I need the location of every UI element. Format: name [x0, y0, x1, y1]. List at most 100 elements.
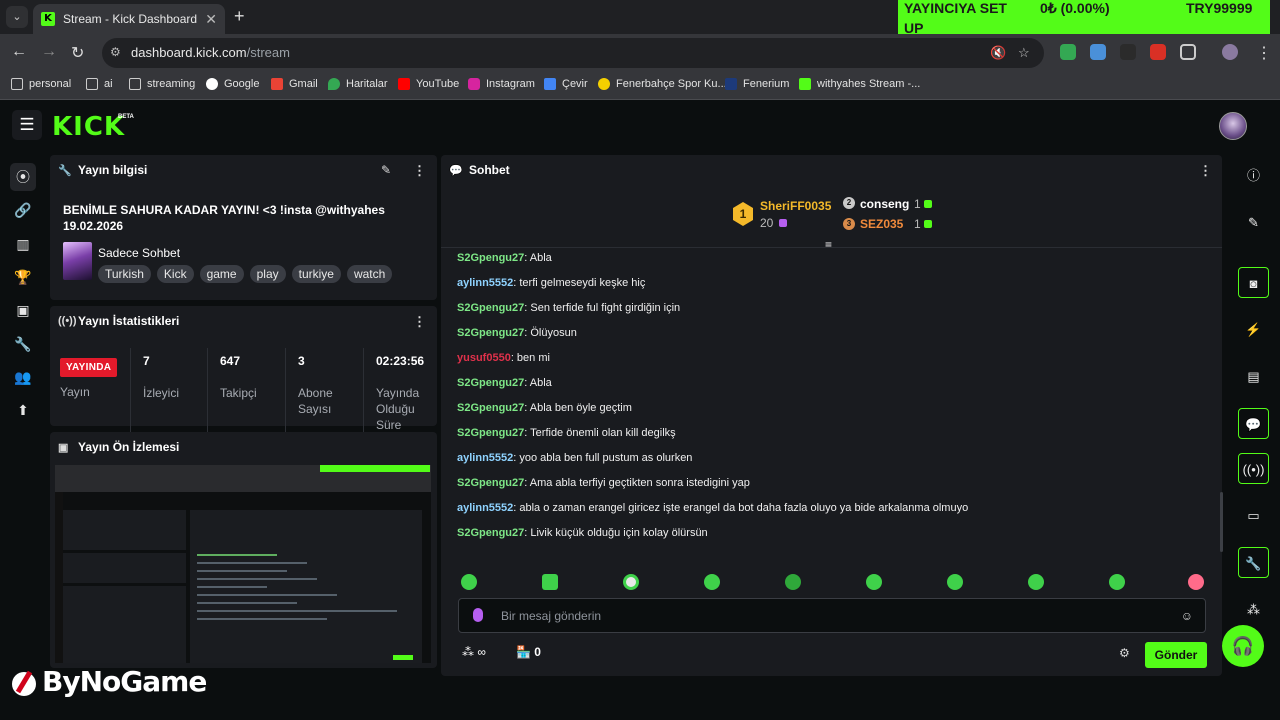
site-info-icon[interactable]: ⚙: [110, 45, 121, 59]
video-library-icon[interactable]: ▣: [12, 299, 34, 321]
emote-icon[interactable]: [947, 574, 963, 590]
chat-username[interactable]: aylinn5552: [457, 277, 513, 289]
reload-icon[interactable]: ↻: [71, 43, 84, 63]
top-gifter-3[interactable]: SEZ035: [860, 217, 903, 231]
preview-chat-line: [197, 578, 317, 580]
mute-site-icon[interactable]: 🔇: [990, 45, 1006, 61]
instagram-icon: [468, 78, 480, 90]
top-gifter-2[interactable]: conseng: [860, 197, 909, 211]
share-icon[interactable]: ⁂: [1238, 594, 1269, 625]
browser-tab[interactable]: K Stream - Kick Dashboard ✕: [33, 4, 225, 34]
chat-input[interactable]: Bir mesaj gönderin ☺: [458, 598, 1206, 633]
community-icon[interactable]: 👥: [12, 366, 34, 388]
gift-icon: [924, 200, 932, 208]
kick-icon: [799, 78, 811, 90]
emote-icon[interactable]: [461, 574, 477, 590]
link-icon[interactable]: 🔗: [12, 199, 34, 221]
stream-preview-title: Yayın Ön İzlemesi: [78, 440, 180, 454]
browser-menu-icon[interactable]: ⋮: [1256, 43, 1272, 63]
chat-username[interactable]: aylinn5552: [457, 452, 513, 464]
tab-search-button[interactable]: ⌄: [6, 6, 28, 28]
collapse-leaderboard-icon[interactable]: ≡: [825, 238, 832, 252]
chat-username[interactable]: S2Gpengu27: [457, 302, 524, 314]
top-gifter-1[interactable]: SheriFF0035: [760, 199, 831, 213]
help-headset-icon[interactable]: 🎧: [1222, 625, 1264, 667]
chat-username[interactable]: yusuf0550: [457, 352, 511, 364]
more-options-icon[interactable]: ⋮: [1199, 163, 1212, 179]
bookmark-streaming[interactable]: streaming: [129, 78, 195, 90]
chat-username[interactable]: S2Gpengu27: [457, 427, 524, 439]
mic-icon[interactable]: [473, 608, 483, 622]
more-options-icon[interactable]: ⋮: [413, 163, 426, 179]
bookmark-instagram[interactable]: Instagram: [468, 78, 535, 90]
emote-icon[interactable]: [623, 574, 639, 590]
url-text[interactable]: dashboard.kick.com/stream: [131, 45, 290, 60]
trophy-icon[interactable]: 🏆: [12, 266, 34, 288]
user-avatar[interactable]: [1219, 112, 1247, 140]
edit-icon[interactable]: ✎: [1238, 207, 1269, 238]
bookmark-google[interactable]: Google: [206, 78, 259, 90]
back-icon[interactable]: ←: [11, 43, 27, 61]
chat-username[interactable]: S2Gpengu27: [457, 252, 524, 264]
broadcast-toggle-icon[interactable]: ((•)): [1238, 453, 1269, 484]
bookmark-youtube[interactable]: YouTube: [398, 78, 459, 90]
channel-points[interactable]: ⁂ ∞: [462, 645, 486, 659]
bookmark-star-icon[interactable]: ☆: [1018, 45, 1030, 61]
bookmark-translate[interactable]: Çevir: [544, 78, 588, 90]
dark-extension-icon[interactable]: [1120, 44, 1136, 60]
emote-icon[interactable]: [1028, 574, 1044, 590]
upload-icon[interactable]: ⬆: [12, 399, 34, 421]
emote-icon[interactable]: [785, 574, 801, 590]
bookmark-personal[interactable]: personal: [11, 78, 71, 90]
youtube-extension-icon[interactable]: [1150, 44, 1166, 60]
chat-username[interactable]: S2Gpengu27: [457, 527, 524, 539]
kick-logo[interactable]: KICK: [52, 112, 125, 142]
chat-username[interactable]: S2Gpengu27: [457, 477, 524, 489]
bookmark-fenerium[interactable]: Fenerium: [725, 78, 789, 90]
close-tab-icon[interactable]: ✕: [205, 11, 217, 28]
menu-icon[interactable]: ☰: [12, 110, 42, 140]
preview-info-panel: [63, 510, 186, 550]
chat-username[interactable]: aylinn5552: [457, 502, 513, 514]
tools-toggle-icon[interactable]: 🔧: [1238, 547, 1269, 578]
camera-icon[interactable]: ▭: [1238, 500, 1269, 531]
store-button[interactable]: 🏪 0: [516, 645, 541, 659]
analytics-icon[interactable]: ▥: [12, 233, 34, 255]
forward-icon[interactable]: →: [41, 43, 57, 61]
subscribers-label-line: Sayısı: [298, 402, 332, 416]
translate-extension-icon[interactable]: [1090, 44, 1106, 60]
new-tab-button[interactable]: +: [234, 6, 245, 27]
notes-icon[interactable]: ▤: [1238, 361, 1269, 392]
emote-icon[interactable]: [1109, 574, 1125, 590]
chat-username[interactable]: S2Gpengu27: [457, 327, 524, 339]
lightning-icon[interactable]: ⚡: [1238, 314, 1269, 345]
profile-avatar-icon[interactable]: [1222, 44, 1238, 60]
send-button[interactable]: Gönder: [1145, 642, 1207, 668]
edit-pencil-icon[interactable]: ✎: [381, 163, 391, 177]
stream-broadcast-icon[interactable]: ⦿: [10, 163, 36, 191]
extensions-puzzle-icon[interactable]: [1180, 44, 1196, 60]
preview-toggle-icon[interactable]: ◙: [1238, 267, 1269, 298]
bookmark-gmail[interactable]: Gmail: [271, 78, 318, 90]
chat-settings-icon[interactable]: ⚙: [1119, 646, 1130, 660]
emoji-picker-icon[interactable]: ☺: [1181, 609, 1193, 623]
more-options-icon[interactable]: ⋮: [413, 314, 426, 330]
bookmark-ai[interactable]: ai: [86, 78, 113, 90]
chat-username[interactable]: S2Gpengu27: [457, 377, 524, 389]
emote-icon[interactable]: [704, 574, 720, 590]
emote-icon[interactable]: [1188, 574, 1204, 590]
emote-icon[interactable]: [542, 574, 558, 590]
bookmark-maps[interactable]: Haritalar: [328, 78, 388, 90]
wrench-icon[interactable]: 🔧: [12, 333, 34, 355]
stream-preview-video[interactable]: [55, 465, 431, 663]
shield-extension-icon[interactable]: [1060, 44, 1076, 60]
chat-username[interactable]: S2Gpengu27: [457, 402, 524, 414]
chat-scrollbar[interactable]: [1220, 492, 1223, 552]
bookmark-withyahes-stream[interactable]: withyahes Stream -...: [799, 78, 920, 90]
address-bar[interactable]: ⚙ dashboard.kick.com/stream 🔇 ☆: [102, 38, 1044, 68]
emote-icon[interactable]: [866, 574, 882, 590]
info-icon[interactable]: ⓘ: [1238, 160, 1269, 191]
tag-chip: watch: [346, 265, 393, 283]
chat-toggle-icon[interactable]: 💬: [1238, 408, 1269, 439]
bookmark-fenerbahce[interactable]: Fenerbahçe Spor Ku...: [598, 78, 727, 90]
